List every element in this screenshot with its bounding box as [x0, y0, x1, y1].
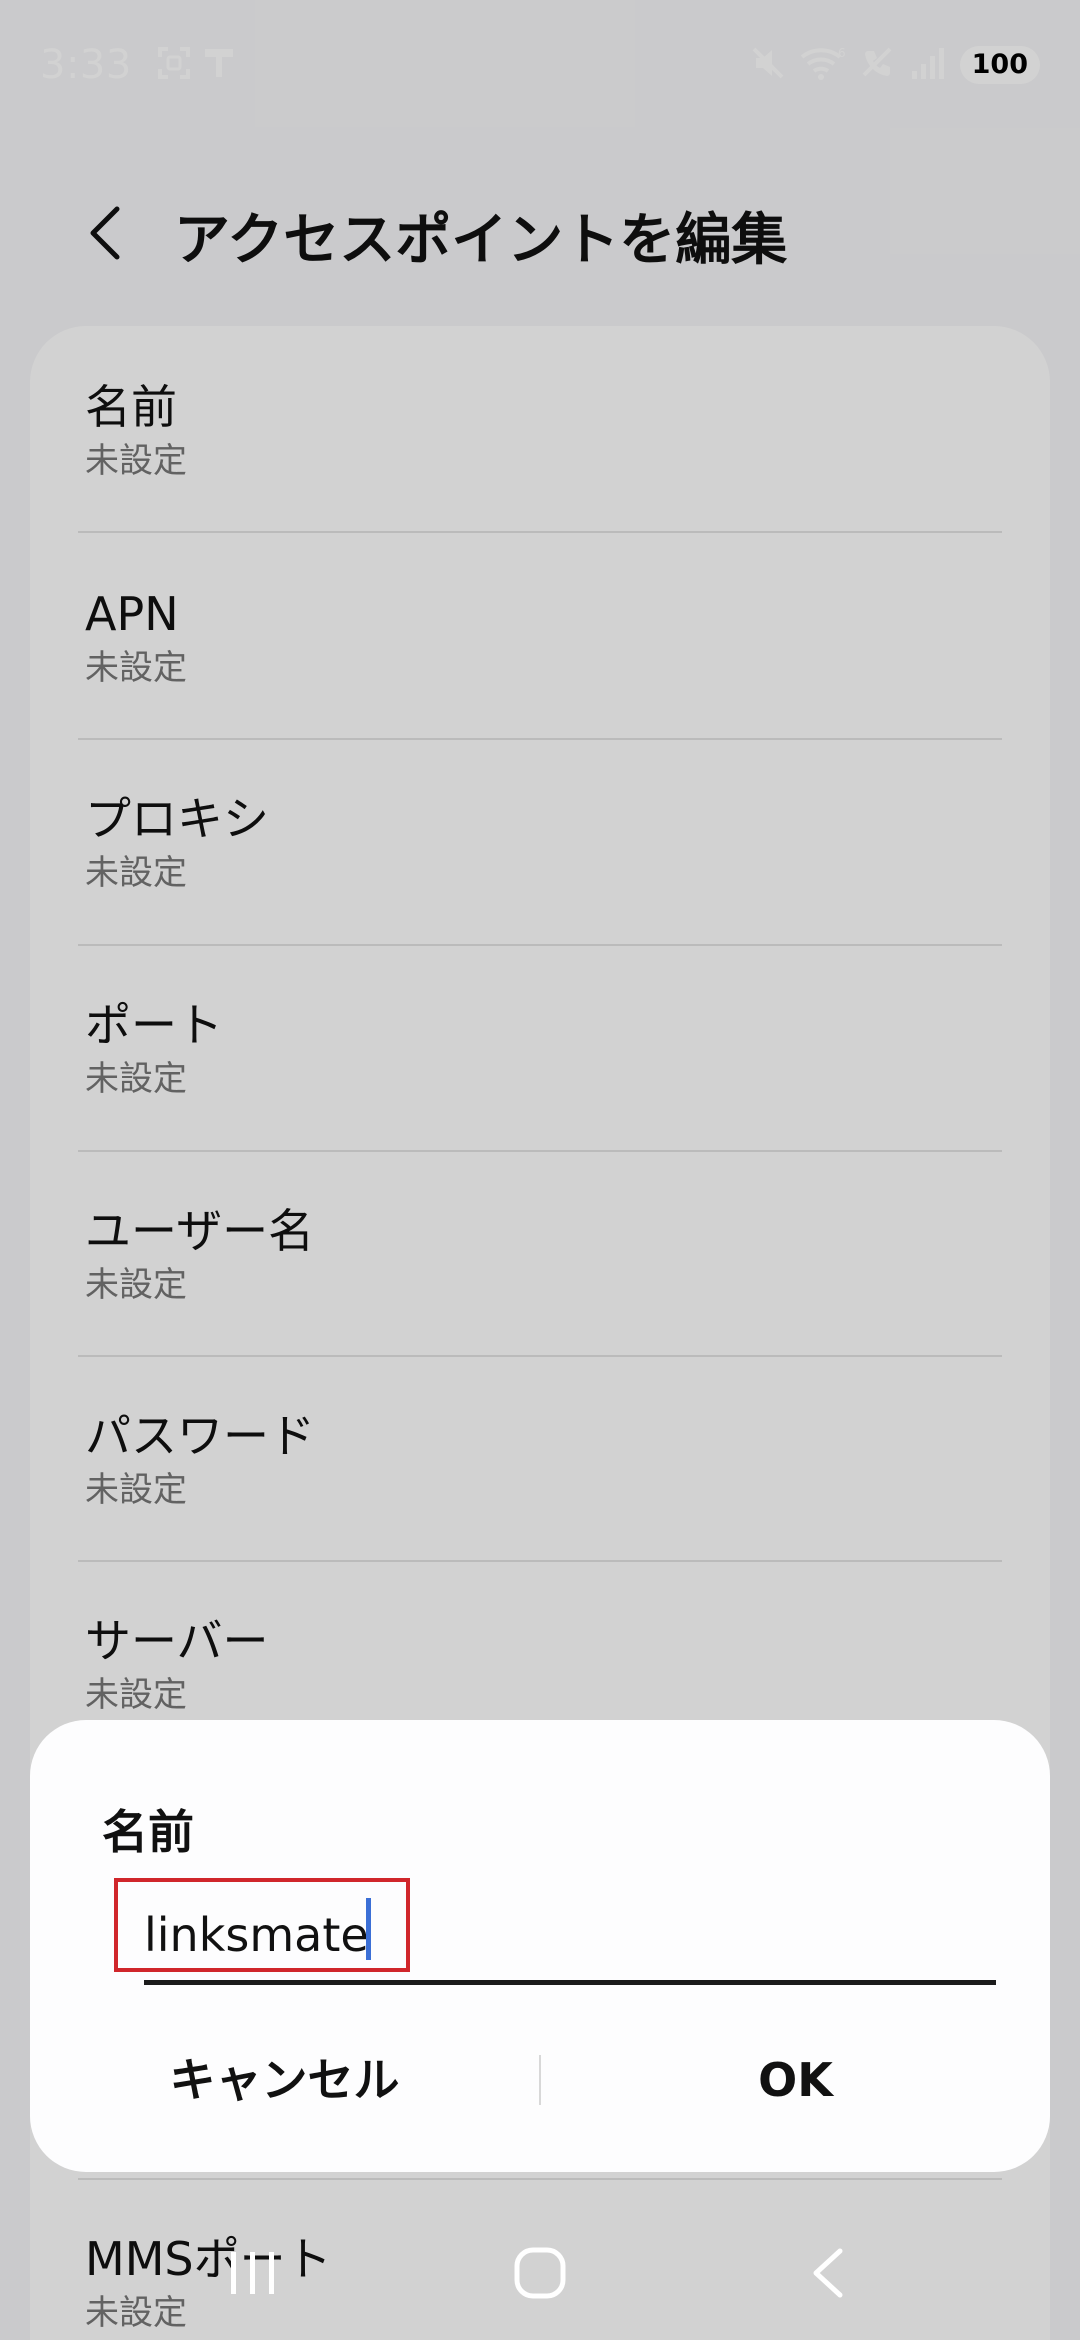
- dialog-title: 名前: [102, 1805, 194, 1859]
- navigation-bar: [0, 2210, 1080, 2340]
- recent-apps-icon: [223, 2248, 283, 2302]
- cancel-button[interactable]: キャンセル: [30, 2020, 539, 2140]
- name-input[interactable]: [114, 1878, 996, 1978]
- name-edit-dialog: 名前 キャンセル OK: [30, 1720, 1050, 2172]
- text-cursor: [366, 1898, 371, 1960]
- back-icon: [802, 2243, 852, 2307]
- name-input-container: [114, 1878, 996, 1985]
- dialog-buttons: キャンセル OK: [30, 2020, 1050, 2140]
- nav-back-button[interactable]: [767, 2225, 887, 2325]
- home-icon: [510, 2243, 570, 2307]
- home-button[interactable]: [480, 2225, 600, 2325]
- input-underline: [144, 1980, 996, 1985]
- ok-button[interactable]: OK: [541, 2020, 1050, 2140]
- recent-apps-button[interactable]: [193, 2225, 313, 2325]
